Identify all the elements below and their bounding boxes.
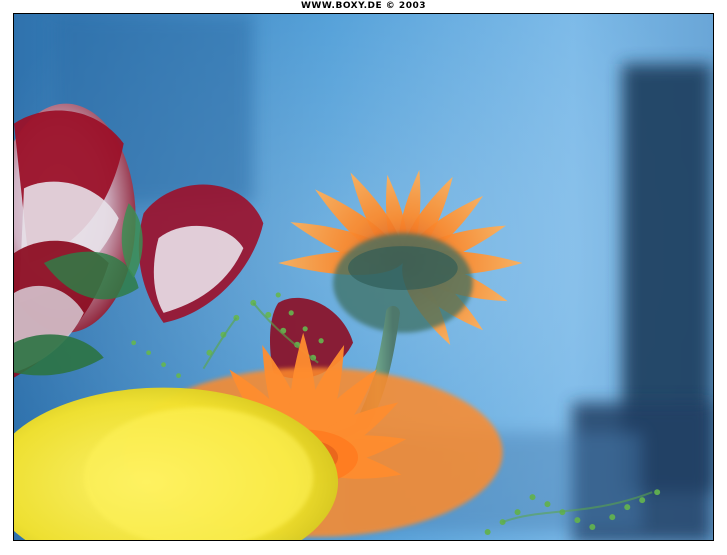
- flower-photo: [13, 13, 714, 541]
- photo-frame: WWW.BOXY.DE © 2003: [0, 0, 727, 555]
- flower-photo-svg: [14, 14, 713, 540]
- copyright-caption: WWW.BOXY.DE © 2003: [301, 1, 426, 11]
